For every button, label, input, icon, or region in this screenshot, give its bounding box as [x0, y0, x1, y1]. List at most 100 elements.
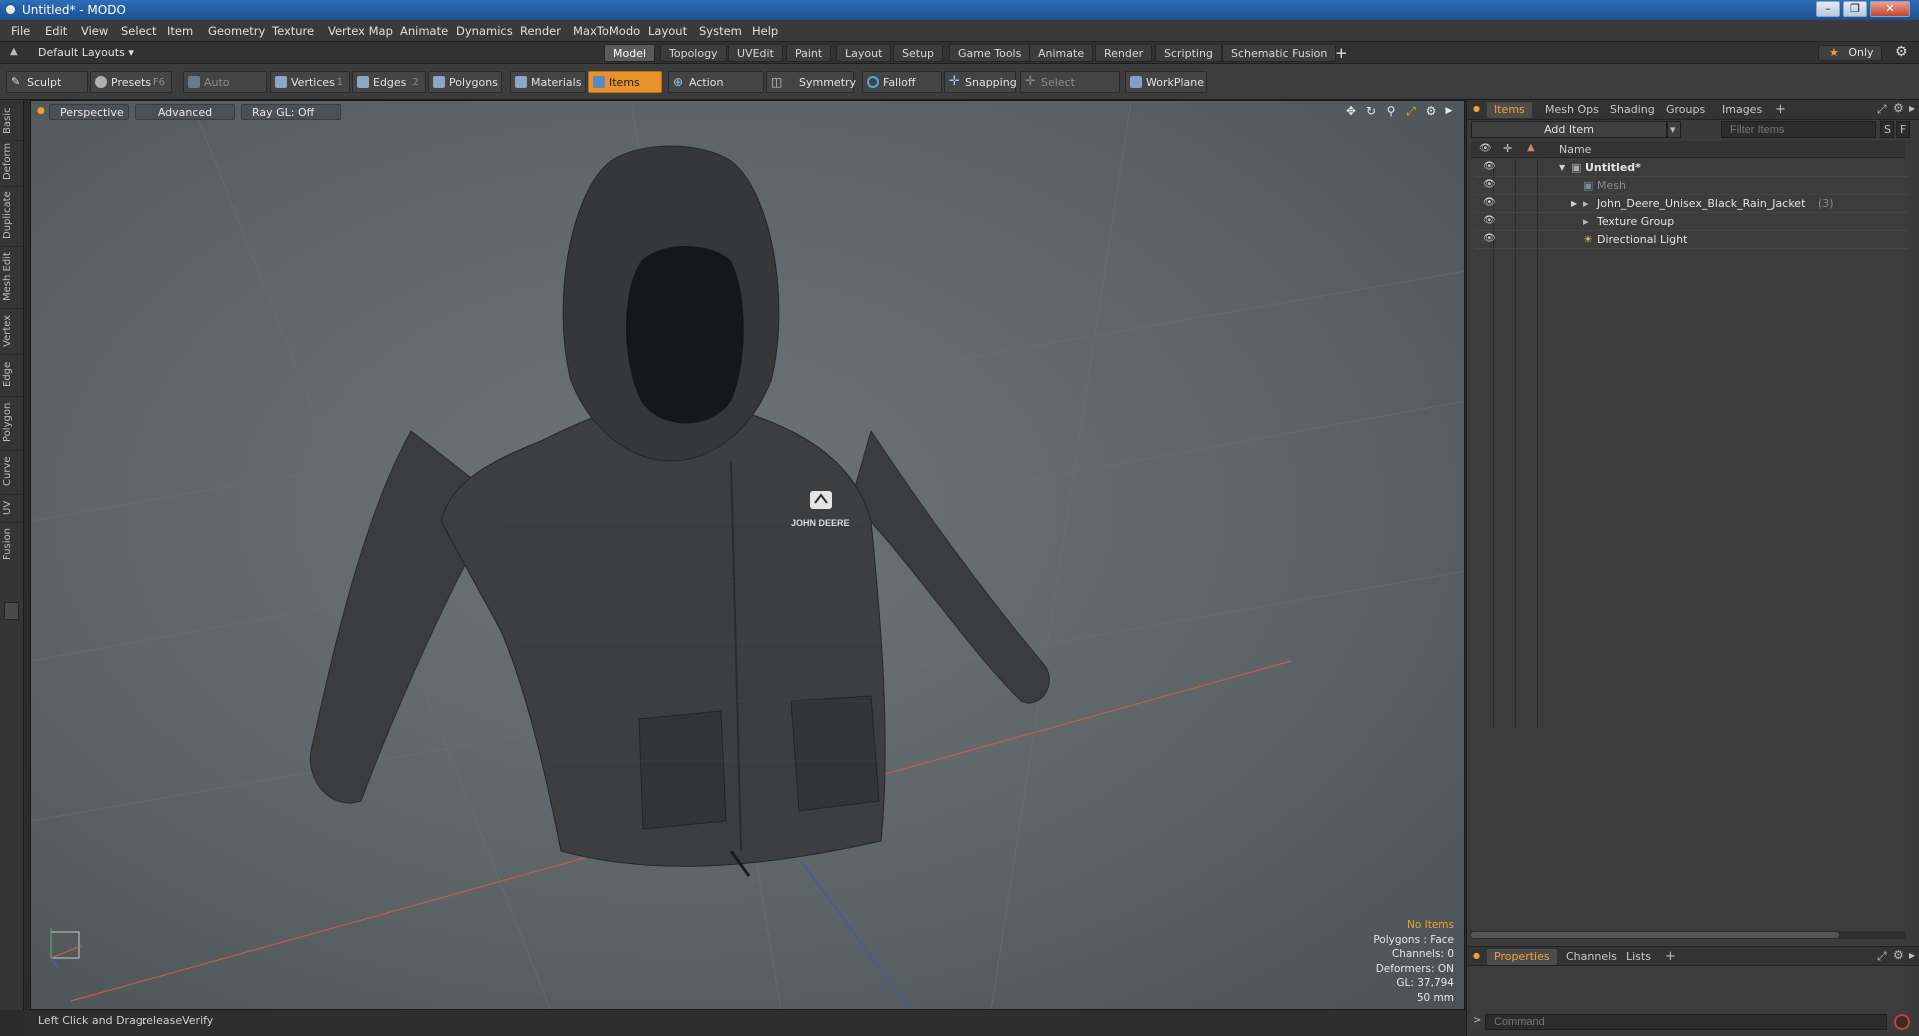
- sculpt-button[interactable]: ✎ Sculpt: [6, 71, 88, 93]
- add-item-dropdown[interactable]: ▾: [1667, 121, 1681, 138]
- filter-s-button[interactable]: S: [1880, 121, 1894, 138]
- menu-dynamics[interactable]: Dynamics: [456, 24, 513, 38]
- tab-items[interactable]: Items: [1487, 102, 1532, 118]
- menu-system[interactable]: System: [699, 24, 742, 38]
- advanced-dropdown[interactable]: Advanced: [135, 104, 235, 120]
- tab-lists[interactable]: Lists: [1619, 949, 1658, 965]
- vtab-basic[interactable]: Basic: [2, 102, 22, 138]
- snapping-button[interactable]: ✛ Snapping: [944, 71, 1017, 93]
- panel-maximize-icon[interactable]: ⤢: [1877, 102, 1887, 117]
- tree-row-untitled[interactable]: 👁 ▼ ▣ Untitled*: [1475, 159, 1909, 177]
- vtab-duplicate[interactable]: Duplicate: [2, 186, 22, 244]
- expand-arrow-icon[interactable]: ▼: [1559, 163, 1567, 173]
- polygons-button[interactable]: Polygons: [428, 71, 502, 93]
- rotate-icon[interactable]: ↻: [1365, 105, 1377, 117]
- tab-model[interactable]: Model: [604, 44, 656, 62]
- tab-setup[interactable]: Setup: [893, 44, 944, 62]
- menu-render[interactable]: Render: [520, 24, 561, 38]
- stop-record-icon[interactable]: [1894, 1014, 1910, 1030]
- expand-arrow-icon[interactable]: ▶: [1571, 199, 1579, 209]
- menu-item[interactable]: Item: [167, 24, 193, 38]
- tab-channels[interactable]: Channels: [1559, 949, 1624, 965]
- presets-button[interactable]: Presets F6: [90, 71, 172, 93]
- vtab-edge[interactable]: Edge: [2, 354, 22, 394]
- falloff-button[interactable]: Falloff: [862, 71, 942, 93]
- menu-select[interactable]: Select: [121, 24, 156, 38]
- maximize-icon[interactable]: ⤢: [1405, 105, 1417, 117]
- panel-menu-icon[interactable]: ●: [1473, 104, 1480, 113]
- tab-animate[interactable]: Animate: [1029, 44, 1094, 62]
- workplane-button[interactable]: WorkPlane: [1125, 71, 1207, 93]
- only-toggle[interactable]: ★ Only: [1818, 45, 1882, 61]
- filter-items-input[interactable]: [1721, 121, 1876, 138]
- menu-view[interactable]: View: [81, 24, 108, 38]
- eye-icon[interactable]: 👁: [1483, 216, 1496, 226]
- layout-collapse-icon[interactable]: ▲: [10, 46, 18, 57]
- tab-properties[interactable]: Properties: [1487, 949, 1557, 965]
- tab-game-tools[interactable]: Game Tools: [949, 44, 1031, 62]
- vtab-vertex[interactable]: Vertex: [2, 308, 22, 352]
- gear-icon[interactable]: ⚙: [1895, 44, 1908, 60]
- properties-expand-icon[interactable]: ▶: [1909, 951, 1915, 960]
- vtab-mesh-edit[interactable]: Mesh Edit: [2, 246, 22, 306]
- auto-select-button[interactable]: Auto Select: [183, 71, 267, 111]
- tab-paint[interactable]: Paint: [786, 44, 832, 62]
- vtab-deform[interactable]: Deform: [2, 140, 22, 184]
- zoom-icon[interactable]: ⚲: [1385, 105, 1397, 117]
- menu-vertex-map[interactable]: Vertex Map: [328, 24, 393, 38]
- menu-file[interactable]: File: [11, 24, 30, 38]
- add-tab-button[interactable]: +: [1335, 44, 1348, 62]
- menu-animate[interactable]: Animate: [400, 24, 448, 38]
- menu-edit[interactable]: Edit: [45, 24, 67, 38]
- tree-row-texture-group[interactable]: 👁 ▸ Texture Group: [1475, 213, 1909, 231]
- filter-f-button[interactable]: F: [1896, 121, 1910, 138]
- panel-gear-icon[interactable]: ⚙: [1893, 101, 1904, 115]
- properties-menu-icon[interactable]: ●: [1473, 951, 1480, 960]
- properties-maximize-icon[interactable]: ⤢: [1877, 949, 1887, 964]
- tab-groups[interactable]: Groups: [1659, 102, 1712, 118]
- tab-topology[interactable]: Topology: [660, 44, 727, 62]
- vtab-fusion[interactable]: Fusion: [2, 522, 22, 566]
- vtab-uv[interactable]: UV: [2, 494, 22, 520]
- pan-icon[interactable]: ✥: [1345, 105, 1357, 117]
- tab-shading[interactable]: Shading: [1603, 102, 1662, 118]
- layout-dropdown[interactable]: Default Layouts ▾: [38, 46, 134, 59]
- tree-row-mesh[interactable]: 👁 ▣ Mesh: [1475, 177, 1909, 195]
- select-through-button[interactable]: ✛ Select Through: [1020, 71, 1120, 111]
- viewport-settings-icon[interactable]: ⚙: [1425, 105, 1437, 117]
- tree-row-directional-light[interactable]: 👁 ☀ Directional Light: [1475, 231, 1909, 249]
- edges-button[interactable]: Edges 2: [352, 71, 426, 93]
- eye-icon[interactable]: 👁: [1483, 198, 1496, 208]
- scrollbar-thumb[interactable]: [1471, 932, 1839, 938]
- eye-icon[interactable]: 👁: [1483, 162, 1496, 172]
- tab-schematic-fusion[interactable]: Schematic Fusion: [1222, 44, 1337, 62]
- restore-button[interactable]: ❐: [1843, 1, 1867, 17]
- menu-help[interactable]: Help: [752, 24, 778, 38]
- add-item-button[interactable]: Add Item: [1471, 121, 1667, 138]
- minimize-button[interactable]: –: [1816, 1, 1840, 17]
- close-button[interactable]: ✕: [1870, 1, 1910, 17]
- items-button[interactable]: Items: [588, 71, 662, 93]
- add-properties-tab-button[interactable]: +: [1665, 949, 1676, 964]
- raygl-toggle[interactable]: Ray GL: Off: [241, 104, 341, 120]
- tab-layout[interactable]: Layout: [836, 44, 892, 62]
- tree-row-jacket[interactable]: 👁 ▶ ▸ John_Deere_Unisex_Black_Rain_Jacke…: [1475, 195, 1909, 213]
- eye-icon[interactable]: 👁: [1483, 180, 1496, 190]
- eye-icon[interactable]: 👁: [1483, 234, 1496, 244]
- tab-scripting[interactable]: Scripting: [1155, 44, 1222, 62]
- panel-expand-icon[interactable]: ▶: [1909, 104, 1915, 113]
- perspective-dropdown[interactable]: Perspective: [49, 104, 129, 120]
- properties-gear-icon[interactable]: ⚙: [1893, 948, 1904, 962]
- tab-images[interactable]: Images: [1715, 102, 1769, 118]
- left-panel-toggle[interactable]: [4, 602, 19, 620]
- menu-texture[interactable]: Texture: [272, 24, 314, 38]
- menu-layout[interactable]: Layout: [648, 24, 687, 38]
- viewport-expand-icon[interactable]: ▶: [1443, 105, 1455, 117]
- add-panel-tab-button[interactable]: +: [1775, 102, 1786, 117]
- viewport-menu-icon[interactable]: ●: [37, 106, 45, 116]
- tab-mesh-ops[interactable]: Mesh Ops: [1538, 102, 1606, 118]
- 3d-viewport[interactable]: JOHN DEERE ● Perspective Advanced Ray GL…: [30, 100, 1465, 1010]
- tab-render[interactable]: Render: [1095, 44, 1153, 62]
- action-center-button[interactable]: ⊕ Action Center: [668, 71, 764, 111]
- menu-geometry[interactable]: Geometry: [208, 24, 265, 38]
